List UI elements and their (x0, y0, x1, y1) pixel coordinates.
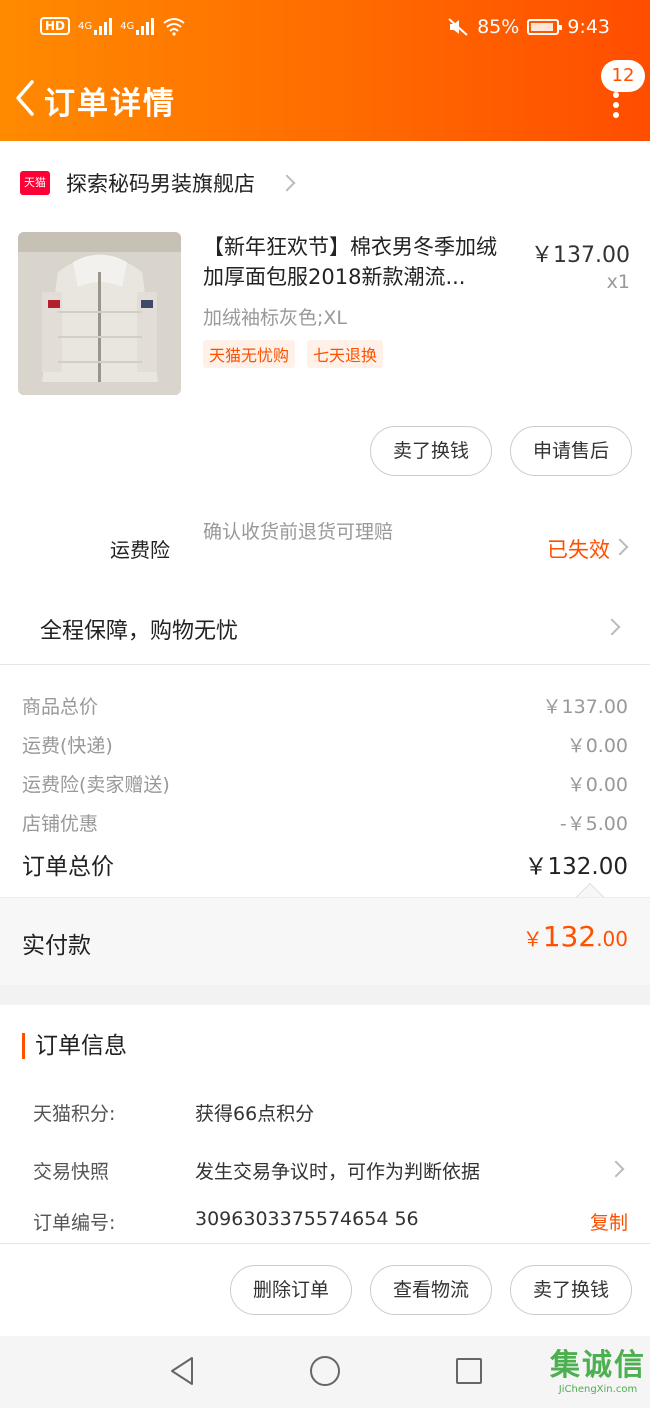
system-home-icon[interactable] (310, 1356, 340, 1386)
summary-label: 商品总价 (22, 696, 99, 718)
shipping-insurance-desc: 确认收货前退货可理赔 (203, 521, 394, 543)
status-bar: HD 4G 4G 85% 9:43 (0, 0, 650, 56)
network-label-1: 4G (78, 20, 93, 32)
summary-value: -￥5.00 (559, 813, 628, 835)
delete-order-button[interactable]: 删除订单 (229, 1265, 352, 1315)
more-menu-icon[interactable] (612, 92, 620, 118)
summary-value: ￥0.00 (566, 774, 628, 796)
summary-row: 店铺优惠 -￥5.00 (22, 809, 628, 839)
product-actions: 卖了换钱 申请售后 (369, 426, 632, 476)
service-tags: 天猫无忧购 七天退换 (203, 340, 384, 368)
hd-badge: HD (40, 17, 71, 35)
summary-label: 运费险(卖家赠送) (22, 774, 170, 796)
nav-bar: 订单详情 12 (0, 56, 650, 141)
order-number-label: 订单编号: (33, 1212, 116, 1234)
shipping-insurance-status[interactable]: 已失效 (547, 534, 610, 564)
clock: 9:43 (567, 16, 610, 38)
guarantee-row[interactable]: 全程保障，购物无忧 (40, 613, 238, 645)
network-label-2: 4G (120, 20, 135, 32)
copy-order-number-link[interactable]: 复制 (590, 1208, 628, 1235)
page-title: 订单详情 (44, 86, 176, 122)
battery-icon (527, 19, 563, 35)
amount-decimal: .00 (596, 927, 628, 951)
tag-worry-free: 天猫无忧购 (203, 340, 296, 368)
tag-seven-day-return: 七天退换 (307, 340, 384, 368)
product-quantity: x1 (606, 271, 630, 293)
order-info-section: 订单信息 天猫积分: 获得66点积分 交易快照 发生交易争议时，可作为判断依据 … (0, 1005, 650, 1243)
points-label: 天猫积分: (33, 1103, 116, 1125)
header: HD 4G 4G 85% 9:43 订单详情 12 (0, 0, 650, 141)
wifi-icon (163, 18, 185, 36)
points-value: 获得66点积分 (195, 1103, 315, 1125)
snapshot-label: 交易快照 (33, 1161, 110, 1183)
section-title: 订单信息 (22, 1033, 127, 1059)
tmall-logo-icon: 天猫 (20, 171, 50, 195)
order-total-row: 订单总价 ￥132.00 (22, 847, 628, 881)
shop-name[interactable]: 探索秘码男装旗舰店 (66, 168, 255, 198)
order-total-value: ￥132.00 (524, 854, 628, 880)
view-logistics-button[interactable]: 查看物流 (369, 1265, 492, 1315)
chevron-right-icon (603, 618, 621, 636)
order-card: 天猫 探索秘码男装旗舰店 【新年狂欢节】棉衣男冬季加绒加厚面包服2018新款潮流… (0, 141, 650, 664)
system-nav-bar: 集诚信 JiChengXin.com (0, 1336, 650, 1408)
battery-percent: 85% (477, 16, 520, 38)
shipping-insurance-label: 运费险 (110, 538, 170, 562)
watermark-logo: 集诚信 JiChengXin.com (550, 1340, 646, 1395)
status-left: HD 4G 4G (40, 16, 186, 36)
status-right: 85% 9:43 (447, 16, 610, 38)
currency-symbol: ￥ (522, 927, 543, 951)
system-back-icon[interactable] (168, 1356, 196, 1386)
message-count-badge[interactable]: 12 (601, 60, 645, 92)
summary-value: ￥0.00 (566, 735, 628, 757)
resell-button[interactable]: 卖了换钱 (509, 1265, 632, 1315)
product-title[interactable]: 【新年狂欢节】棉衣男冬季加绒加厚面包服2018新款潮流... (203, 232, 515, 292)
signal-icon (94, 17, 113, 35)
summary-row: 运费险(卖家赠送) ￥0.00 (22, 770, 628, 800)
chevron-right-icon (611, 538, 629, 556)
shop-row[interactable]: 天猫 探索秘码男装旗舰店 (20, 166, 296, 200)
signal-icon-2 (136, 17, 155, 35)
summary-row: 运费(快递) ￥0.00 (22, 731, 628, 761)
system-recent-apps-icon[interactable] (456, 1358, 482, 1384)
product-thumbnail[interactable] (18, 232, 181, 395)
summary-label: 店铺优惠 (22, 813, 99, 835)
summary-label: 运费(快递) (22, 735, 113, 757)
bottom-actions: 删除订单 查看物流 卖了换钱 (229, 1265, 632, 1315)
bottom-action-bar: 删除订单 查看物流 卖了换钱 (0, 1243, 650, 1336)
summary-row: 商品总价 ￥137.00 (22, 692, 628, 722)
watermark-text: 集诚信 (550, 1348, 646, 1383)
actual-paid-row: 实付款 ￥132.00 (0, 897, 650, 985)
watermark-url: JiChengXin.com (558, 1384, 638, 1395)
price-summary: 商品总价 ￥137.00 运费(快递) ￥0.00 运费险(卖家赠送) ￥0.0… (0, 664, 650, 912)
back-arrow-icon[interactable] (10, 78, 40, 118)
product-price: ￥137.00 (531, 243, 630, 268)
order-total-label: 订单总价 (22, 854, 114, 880)
after-sales-button[interactable]: 申请售后 (509, 426, 632, 476)
product-sku: 加绒袖标灰色;XL (203, 307, 348, 329)
mute-icon (448, 18, 468, 36)
actual-paid-label: 实付款 (22, 933, 91, 959)
chevron-right-icon (607, 1160, 625, 1178)
actual-paid-amount: ￥132.00 (523, 920, 628, 953)
snapshot-value: 发生交易争议时，可作为判断依据 (195, 1161, 481, 1183)
amount-integer: 132 (542, 920, 597, 953)
chevron-right-icon (278, 174, 296, 192)
order-number-value: 3096303375574654 56 (195, 1208, 419, 1230)
summary-value: ￥137.00 (542, 696, 628, 718)
resell-button[interactable]: 卖了换钱 (369, 426, 492, 476)
